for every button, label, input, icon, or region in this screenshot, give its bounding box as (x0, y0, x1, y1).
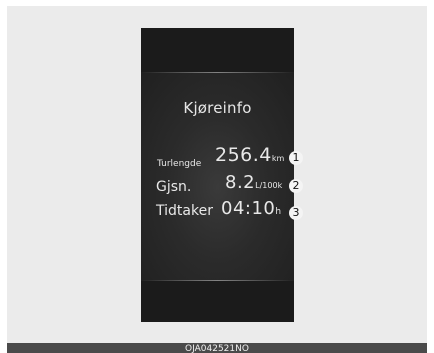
timer-value-row: 04:10h (221, 198, 281, 219)
timer-unit: h (275, 207, 282, 217)
average-consumption-value: 8.2 (225, 172, 256, 193)
average-consumption-label: Gjsn. (156, 179, 192, 195)
timer-label: Tidtaker (156, 203, 213, 219)
trip-distance-value-row: 256.4km (215, 144, 284, 166)
trip-distance-label: Turlengde (157, 159, 202, 169)
callout-3-badge: 3 (289, 206, 303, 220)
average-consumption-value-row: 8.2L/100k (225, 172, 282, 193)
timer-row: Tidtaker (156, 200, 213, 219)
trip-info-title: Kjøreinfo (183, 99, 252, 117)
trip-distance-value: 256.4 (215, 144, 272, 166)
display-top-band (141, 28, 294, 72)
average-consumption-unit: L/100k (255, 181, 283, 190)
figure-caption: OJA042521NO (7, 343, 427, 353)
display-bottom-band (141, 281, 294, 322)
trip-distance-unit: km (271, 154, 285, 163)
bottom-divider (141, 280, 294, 281)
callout-1-badge: 1 (289, 151, 303, 165)
callout-2-badge: 2 (289, 179, 303, 193)
average-consumption-row: Gjsn. (156, 176, 191, 195)
timer-value: 04:10 (221, 198, 276, 219)
top-divider (141, 72, 294, 73)
trip-distance-row: Turlengde (157, 151, 201, 170)
